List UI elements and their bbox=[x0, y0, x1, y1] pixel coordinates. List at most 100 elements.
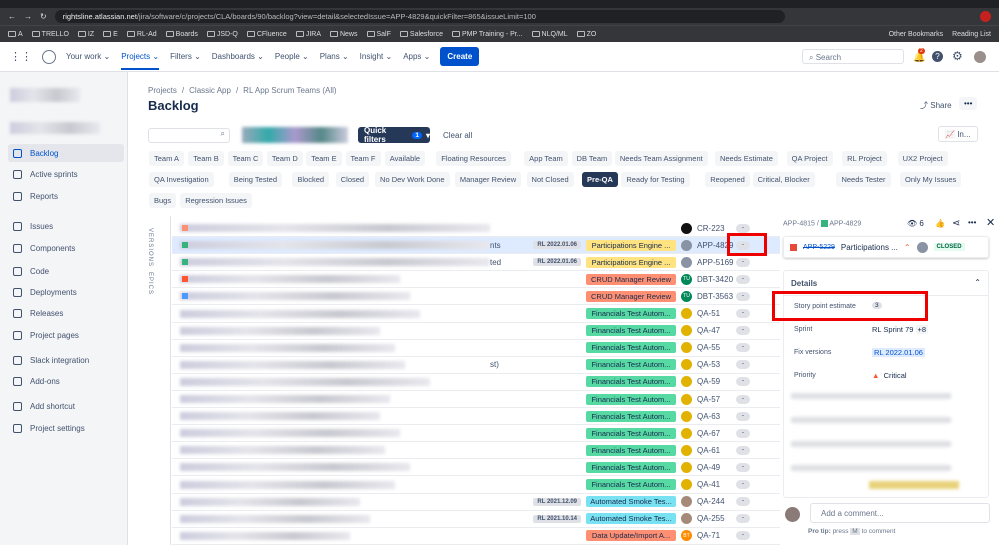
epic-label[interactable]: Automated Smoke Tes... bbox=[586, 496, 676, 508]
backlog-row[interactable]: ted RL 2022.01.06 Participations Engine ..… bbox=[172, 254, 780, 272]
sprint-value[interactable]: RL Sprint 79 +8 bbox=[872, 325, 929, 334]
estimate-badge[interactable]: - bbox=[736, 531, 750, 541]
nav-projects[interactable]: Projects ⌄ bbox=[121, 43, 160, 70]
quick-filter-chip[interactable]: Closed bbox=[335, 172, 370, 187]
quick-filter-chip[interactable]: Needs Team Assignment bbox=[614, 151, 708, 166]
priority-value[interactable]: ▲ Critical bbox=[872, 371, 907, 380]
issue-key[interactable]: QA-51 bbox=[697, 309, 737, 318]
url-input[interactable]: rightsline.atlassian.net/jira/software/c… bbox=[54, 10, 785, 23]
bookmark-item[interactable]: Boards bbox=[165, 31, 198, 38]
estimate-badge[interactable]: - bbox=[736, 274, 750, 284]
browser-tab-strip[interactable] bbox=[0, 0, 999, 8]
jira-logo[interactable] bbox=[42, 49, 56, 64]
bookmark-item[interactable]: Salesforce bbox=[399, 31, 443, 38]
fix-version-badge[interactable]: RL 2022.01.06 bbox=[533, 258, 581, 267]
estimate-badge[interactable]: - bbox=[736, 428, 750, 438]
sidebar-item-components[interactable]: Components bbox=[8, 239, 124, 257]
nav-insight[interactable]: Insight ⌄ bbox=[360, 52, 393, 61]
watch-button[interactable]: 👁 6 bbox=[907, 219, 924, 228]
epic-label[interactable]: Financials Test Autom... bbox=[586, 376, 676, 388]
quick-filter-chip[interactable]: Being Tested bbox=[228, 172, 283, 187]
quick-filter-chip[interactable]: QA Project bbox=[786, 151, 833, 166]
quick-filter-chip[interactable]: No Dev Work Done bbox=[375, 172, 450, 187]
close-icon[interactable]: ✕ bbox=[986, 216, 995, 229]
quick-filter-chip[interactable]: Only My Issues bbox=[900, 172, 962, 187]
sidebar-item-issues[interactable]: Issues bbox=[8, 217, 124, 235]
versions-tab[interactable]: VERSIONS bbox=[147, 228, 153, 267]
quick-filter-chip[interactable]: Manager Review bbox=[454, 172, 522, 187]
app-switcher-icon[interactable]: ⋮⋮ bbox=[10, 50, 32, 63]
quick-filter-chip[interactable]: Needs Estimate bbox=[714, 151, 778, 166]
like-icon[interactable]: 👍 bbox=[935, 219, 945, 228]
bookmark-item[interactable]: RL-Ad bbox=[126, 31, 157, 38]
profile-avatar[interactable] bbox=[980, 11, 991, 22]
issue-key-link[interactable]: APP-4829 bbox=[829, 220, 861, 227]
backlog-row[interactable]: CRUD Manager ReviewTUDBT-3563⌄- bbox=[172, 288, 780, 306]
quick-filter-chip[interactable]: Critical, Blocker bbox=[752, 172, 815, 187]
backlog-row[interactable]: Financials Test Autom...QA-61⌄- bbox=[172, 442, 780, 460]
epic-label[interactable]: Financials Test Autom... bbox=[586, 427, 676, 439]
backlog-row[interactable]: RL 2021.12.09 Automated Smoke Tes... QA-24… bbox=[172, 494, 780, 511]
sidebar-item-reports[interactable]: Reports bbox=[8, 187, 124, 205]
breadcrumb-board[interactable]: RL App Scrum Teams (All) bbox=[243, 86, 336, 95]
sidebar-item-project-settings[interactable]: Project settings bbox=[8, 419, 124, 437]
bookmark-item[interactable]: TRELLO bbox=[31, 31, 69, 38]
quick-filter-chip[interactable]: Bugs bbox=[149, 193, 177, 208]
quick-filter-chip[interactable]: Needs Tester bbox=[836, 172, 891, 187]
reload-icon[interactable]: ↻ bbox=[40, 12, 47, 21]
estimate-badge[interactable]: - bbox=[736, 514, 750, 524]
quick-filter-chip[interactable]: QA Investigation bbox=[149, 172, 214, 187]
issue-key[interactable]: QA-71 bbox=[697, 531, 737, 540]
nav-apps[interactable]: Apps ⌄ bbox=[403, 52, 430, 61]
epic-label[interactable]: Financials Test Autom... bbox=[586, 308, 676, 319]
issue-key[interactable]: QA-59 bbox=[697, 377, 737, 386]
quick-filter-chip[interactable]: Regression Issues bbox=[180, 193, 252, 208]
backlog-row[interactable]: Financials Test Autom...QA-51⌄- bbox=[172, 306, 780, 323]
estimate-badge[interactable]: - bbox=[736, 343, 750, 353]
breadcrumb-project[interactable]: Classic App bbox=[189, 86, 231, 95]
sidebar-item-active-sprints[interactable]: Active sprints bbox=[8, 165, 124, 183]
details-title[interactable]: Details bbox=[791, 279, 817, 288]
quick-filter-chip[interactable]: Pre-QA bbox=[582, 172, 618, 187]
back-icon[interactable]: ← bbox=[8, 12, 16, 21]
bookmark-item[interactable]: SalF bbox=[366, 31, 391, 38]
backlog-row[interactable]: Financials Test Autom...QA-49⌄- bbox=[172, 459, 780, 477]
bookmark-item[interactable]: News bbox=[329, 31, 358, 38]
estimate-badge[interactable]: - bbox=[736, 377, 750, 387]
quick-filter-chip[interactable]: Ready for Testing bbox=[621, 172, 690, 187]
sidebar-item-add-ons[interactable]: Add-ons bbox=[8, 372, 124, 390]
estimate-badge[interactable]: - bbox=[736, 394, 750, 404]
issue-key[interactable]: QA-53 bbox=[697, 360, 737, 369]
epic-label[interactable]: Financials Test Autom... bbox=[586, 393, 676, 405]
estimate-badge[interactable]: - bbox=[736, 291, 750, 301]
bookmark-item[interactable]: JSD-Q bbox=[206, 31, 238, 38]
more-actions-button[interactable]: ••• bbox=[959, 97, 978, 110]
epic-label[interactable]: Financials Test Autom... bbox=[586, 461, 676, 473]
team-avatars[interactable] bbox=[242, 127, 348, 143]
sidebar-item-add-shortcut[interactable]: Add shortcut bbox=[8, 397, 124, 415]
backlog-row[interactable]: Financials Test Autom...QA-59⌄- bbox=[172, 374, 780, 391]
sidebar-item-backlog[interactable]: Backlog bbox=[8, 144, 124, 162]
bookmark-item[interactable]: ZO bbox=[576, 31, 596, 38]
fix-version-value[interactable]: RL 2022.01.06 bbox=[872, 348, 925, 357]
issue-key[interactable]: APP-5169 bbox=[697, 258, 737, 267]
bookmark-item[interactable]: E bbox=[103, 31, 118, 38]
quick-filter-chip[interactable]: Team E bbox=[306, 151, 342, 166]
estimate-badge[interactable]: - bbox=[736, 480, 750, 489]
epic-label[interactable]: Financials Test Autom... bbox=[586, 342, 676, 354]
quick-filter-chip[interactable]: Team A bbox=[149, 151, 185, 166]
nav-filters[interactable]: Filters ⌄ bbox=[170, 52, 201, 61]
nav-your-work[interactable]: Your work ⌄ bbox=[66, 52, 110, 61]
bookmark-item[interactable]: A bbox=[8, 31, 23, 38]
quick-filter-chip[interactable]: Team C bbox=[227, 151, 264, 166]
bookmark-item[interactable]: JIRA bbox=[295, 31, 321, 38]
backlog-row[interactable]: Financials Test Autom...QA-57⌄- bbox=[172, 391, 780, 408]
search-input[interactable]: ⌕ Search bbox=[802, 49, 904, 64]
user-avatar[interactable] bbox=[974, 51, 986, 63]
notifications-icon[interactable]: 🔔 2 bbox=[913, 48, 925, 63]
backlog-row[interactable]: Financials Test Autom...QA-55⌄- bbox=[172, 340, 780, 357]
fix-version-badge[interactable]: RL 2021.10.14 bbox=[533, 514, 581, 523]
epic-label[interactable]: CRUD Manager Review bbox=[586, 290, 676, 302]
epic-label[interactable]: Automated Smoke Tes... bbox=[586, 513, 676, 525]
epic-label[interactable]: Financials Test Autom... bbox=[586, 410, 676, 422]
